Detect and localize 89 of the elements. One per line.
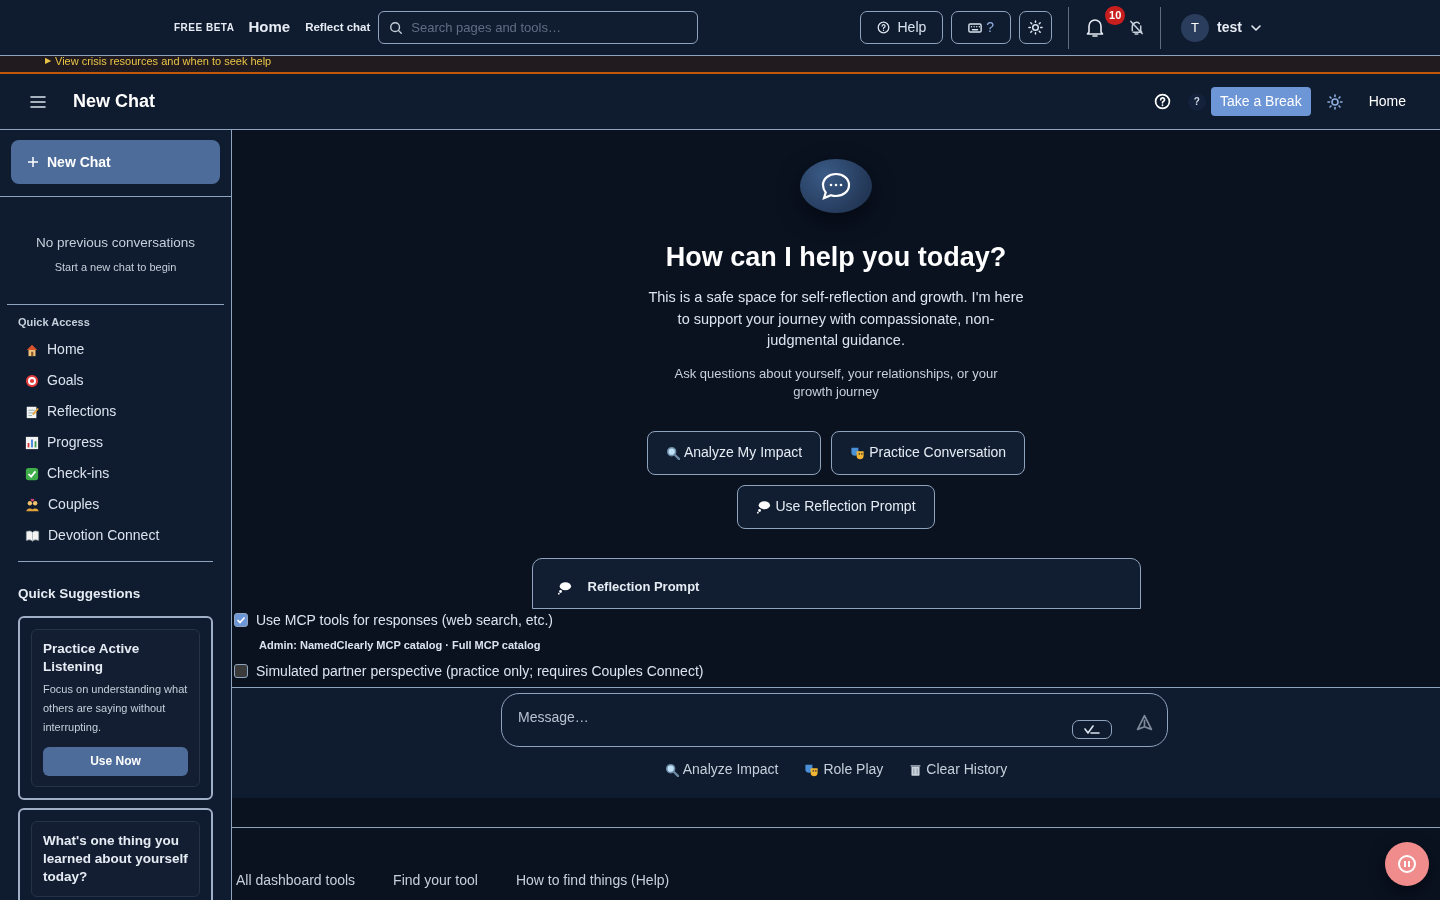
send-button[interactable] xyxy=(1136,714,1153,731)
help-icon xyxy=(1153,93,1171,110)
quick-access-link[interactable]: Devotion Connect xyxy=(18,520,220,552)
menu-button[interactable] xyxy=(30,94,46,109)
keyboard-shortcuts-button[interactable]: ? xyxy=(951,11,1012,44)
sun-icon xyxy=(1326,93,1343,110)
pause-icon xyxy=(1397,854,1417,874)
wave-icon xyxy=(1083,724,1102,735)
suggestion-button[interactable]: Practice Conversation xyxy=(831,430,1026,475)
admin-catalog-links[interactable]: Admin: NamedClearly MCP catalog · Full MCP catalog xyxy=(234,631,1440,660)
checkmark-icon xyxy=(236,615,246,625)
notification-count: 10 xyxy=(1105,6,1126,25)
bell-icon xyxy=(1085,17,1106,38)
empty-state-title: No previous conversations xyxy=(34,234,197,252)
sun-icon xyxy=(1028,20,1044,35)
chat-title: New Chat xyxy=(73,90,155,113)
search-field[interactable]: Search pages and tools… xyxy=(378,11,699,44)
trash-icon xyxy=(909,762,923,777)
disclosure-triangle[interactable]: ▶ xyxy=(45,56,51,66)
footer-link[interactable]: How to find things (Help) xyxy=(515,870,670,891)
card-title: Reflection Prompt xyxy=(587,577,700,596)
house-icon xyxy=(25,342,39,357)
book-icon xyxy=(25,528,40,543)
help-button[interactable] xyxy=(1153,93,1171,110)
chevron-down-icon xyxy=(1250,23,1262,32)
use-now-button[interactable]: Use Now xyxy=(43,746,188,776)
theme-toggle-button[interactable] xyxy=(1326,93,1343,110)
quick-access-link[interactable]: Check-ins xyxy=(18,458,220,490)
checkbox-label: Simulated partner perspective (practice only; requires Couples Connect) xyxy=(256,661,704,681)
bell-off-icon xyxy=(1129,20,1145,35)
voice-input-button[interactable] xyxy=(1072,720,1112,739)
chart-icon xyxy=(25,435,39,450)
magnifier-icon xyxy=(664,762,679,777)
welcome-subtext: Ask questions about yourself, your relationships, or your growth journey xyxy=(673,364,999,401)
chat-bubble-icon xyxy=(820,171,852,202)
shortcut-hint-button[interactable]: ? xyxy=(1187,92,1206,111)
home-link[interactable]: Home xyxy=(1368,91,1406,112)
checkbox[interactable] xyxy=(234,613,248,627)
keyboard-icon xyxy=(968,21,983,34)
help-icon xyxy=(876,21,890,34)
quick-access-link[interactable]: Reflections xyxy=(18,396,220,428)
footer-link[interactable]: Find your tool xyxy=(393,870,478,891)
send-icon xyxy=(1136,714,1153,731)
suggestion-title: Practice Active Listening xyxy=(43,639,141,676)
quick-action-button[interactable]: Clear History xyxy=(909,759,1008,780)
plus-icon xyxy=(27,156,39,168)
welcome-heading: How can I help you today? xyxy=(665,241,1007,274)
suggestion-text: Focus on understanding what others are saying without interrupting. xyxy=(43,681,188,735)
new-chat-button[interactable]: New Chat xyxy=(11,140,220,184)
suggestion-button[interactable]: Analyze My Impact xyxy=(646,430,822,475)
theater-masks-icon xyxy=(850,445,866,460)
section-heading: Quick Suggestions xyxy=(18,585,142,604)
theme-toggle-button[interactable] xyxy=(1019,11,1053,44)
quick-access-link[interactable]: Progress xyxy=(18,427,220,459)
quick-access-link[interactable]: Goals xyxy=(18,365,220,397)
checkbox-label: Use MCP tools for responses (web search, etc.) xyxy=(256,610,553,630)
message-box[interactable]: Message… xyxy=(501,693,1168,747)
quick-access-link[interactable]: Couples xyxy=(18,489,220,521)
empty-state-hint: Start a new chat to begin xyxy=(53,260,178,276)
menu-icon xyxy=(30,94,46,109)
magnifier-icon xyxy=(665,445,680,460)
quick-action-button[interactable]: Role Play xyxy=(804,759,884,780)
crisis-resources-link[interactable]: View crisis resources and when to seek help xyxy=(55,56,272,66)
thought-bubble-icon xyxy=(556,580,572,595)
footer-link[interactable]: All dashboard tools xyxy=(236,870,356,891)
check-icon xyxy=(25,466,39,481)
search-icon xyxy=(389,21,404,35)
section-heading: Quick Access xyxy=(18,314,91,330)
quick-action-button[interactable]: Analyze Impact xyxy=(664,759,779,780)
quick-access-link[interactable]: Home xyxy=(18,334,220,366)
target-icon xyxy=(25,373,39,388)
user-menu-button[interactable]: T test xyxy=(1181,13,1262,42)
checkbox[interactable] xyxy=(234,664,248,678)
couple-icon xyxy=(25,497,40,512)
home-link[interactable]: Home xyxy=(248,16,291,39)
page-label: Reflect chat xyxy=(305,19,371,35)
mute-notifications-button[interactable] xyxy=(1129,20,1145,35)
memo-icon xyxy=(25,404,39,419)
message-field[interactable]: Message… xyxy=(516,706,1065,729)
beta-label: FREE BETA xyxy=(174,21,235,35)
theater-masks-icon xyxy=(804,762,820,777)
user-avatar: T xyxy=(1181,13,1210,42)
thought-bubble-icon xyxy=(756,499,772,514)
pause-button[interactable] xyxy=(1385,842,1429,886)
help-button[interactable]: Help xyxy=(859,11,944,44)
welcome-text: This is a safe space for self-reflection and growth. I'm here to support your journey with compassionate, non-judgmental guidance. xyxy=(647,288,1025,351)
suggestion-title: What's one thing you learned about yourself today? xyxy=(43,831,188,886)
suggestion-button[interactable]: Use Reflection Prompt xyxy=(737,484,935,529)
notifications-button[interactable] xyxy=(1085,17,1106,38)
